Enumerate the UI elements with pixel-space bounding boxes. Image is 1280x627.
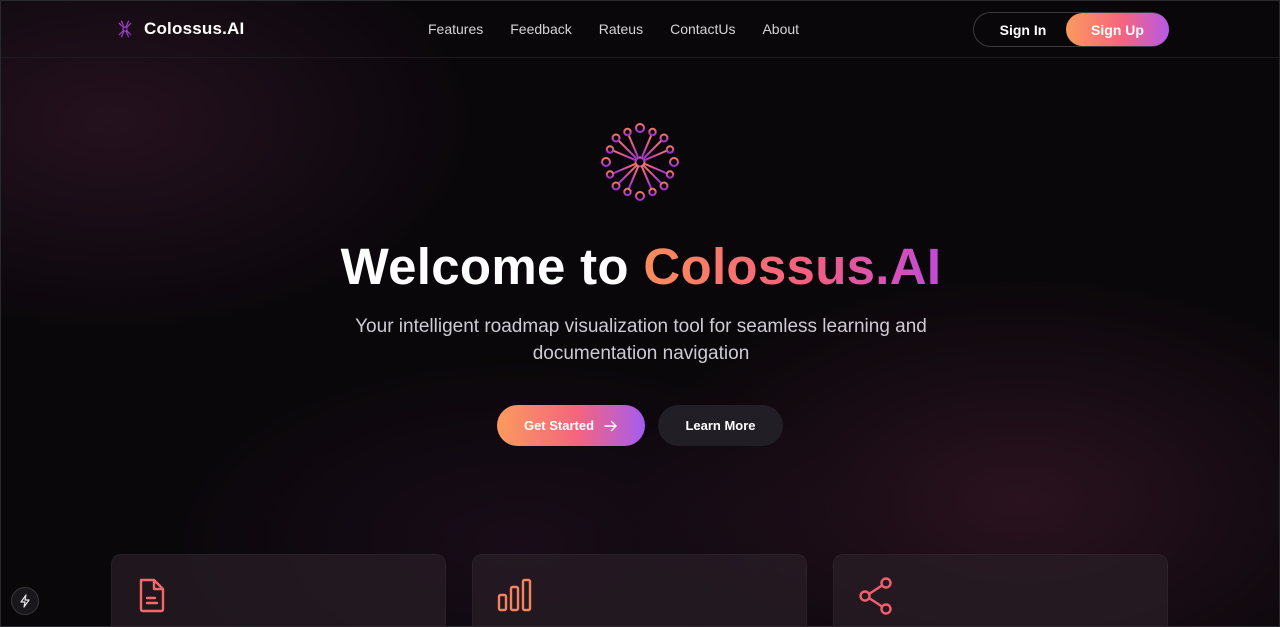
hero-logo-icon [601,123,679,201]
sign-up-button[interactable]: Sign Up [1066,13,1169,46]
share-icon [859,577,892,615]
brand-name: Colossus.AI [144,19,245,38]
hero-title: Welcome to Colossus.AI [1,237,1279,296]
nav-link-feedback[interactable]: Feedback [510,21,571,37]
get-started-button[interactable]: Get Started [497,405,645,446]
hero-subtitle: Your intelligent roadmap visualization t… [355,316,927,364]
document-icon [139,578,165,613]
feature-card-sharing[interactable] [833,554,1168,626]
logo-icon [116,20,134,38]
sign-in-button[interactable]: Sign In [974,13,1072,46]
feature-card-documentation[interactable] [111,554,446,626]
nav-link-features[interactable]: Features [428,21,483,37]
brand[interactable]: Colossus.AI [114,18,244,40]
feature-card-analytics[interactable] [472,554,807,626]
top-navbar: Colossus.AI Features Feedback Rateus Con… [1,1,1279,58]
learn-more-button[interactable]: Learn More [658,405,783,446]
nav-link-rateus[interactable]: Rateus [599,21,643,37]
nav-link-contactus[interactable]: ContactUs [670,21,735,37]
main-nav: Features Feedback Rateus ContactUs About [428,21,799,37]
arrow-right-icon [604,420,617,431]
nav-link-about[interactable]: About [762,21,799,37]
get-started-label: Get Started [523,418,595,433]
bar-chart-icon [497,578,532,612]
dev-tools-badge[interactable] [11,587,39,615]
auth-buttons: Sign In Sign Up [973,12,1169,47]
lightning-icon [20,594,30,608]
page: Colossus.AI Features Feedback Rateus Con… [0,0,1280,627]
hero-title-highlight: Colossus.AI [643,238,942,295]
hero-title-prefix: Welcome to [340,238,644,295]
